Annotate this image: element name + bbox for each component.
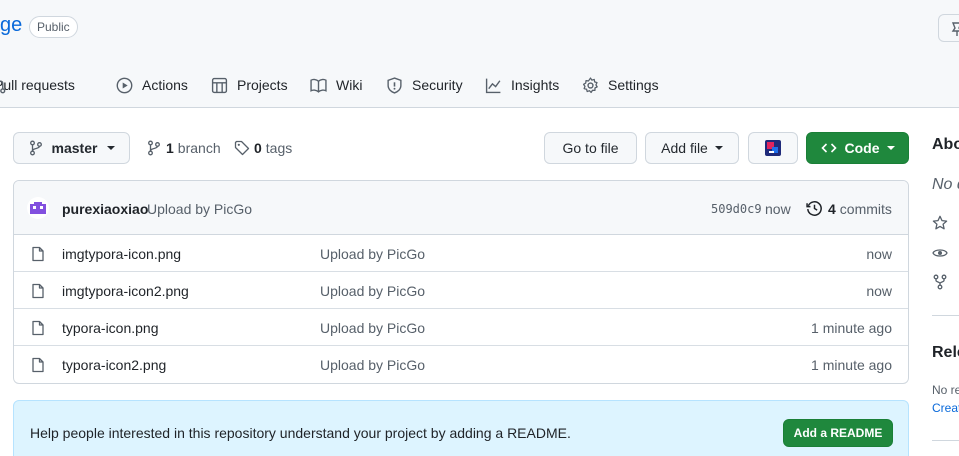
go-to-file-button[interactable]: Go to file [544,132,637,164]
tab-label: Actions [142,77,188,93]
fork-icon[interactable] [932,274,948,290]
branch-name: master [51,140,98,156]
file-commit-message[interactable]: Upload by PicGo [320,283,425,299]
tab-actions[interactable]: Actions [116,70,188,100]
commit-sha[interactable]: 509d0c9 [711,202,762,216]
play-icon [116,77,133,93]
file-name[interactable]: typora-icon2.png [62,357,166,373]
branch-icon [148,140,160,156]
chevron-down-icon [714,146,723,150]
branch-count: 1 [166,140,174,156]
readme-prompt-text: Help people interested in this repositor… [30,425,571,441]
tab-label: Pull requests [0,77,75,93]
tags-link[interactable]: 0 tags [234,139,292,157]
shield-icon [387,76,402,94]
table-row[interactable]: typora-icon2.png Upload by PicGo 1 minut… [14,346,908,383]
file-name[interactable]: imgtypora-icon.png [62,246,181,262]
tab-insights[interactable]: Insights [485,70,559,100]
tab-label: Projects [237,77,288,93]
about-heading: Abo [932,136,959,153]
file-time: 1 minute ago [811,357,892,373]
file-commit-message[interactable]: Upload by PicGo [320,246,425,262]
repo-header: ge Public Pull requests Actions Projects… [0,0,959,108]
code-button[interactable]: Code [806,132,909,164]
file-time: now [866,283,892,299]
file-icon [32,246,44,262]
commit-count: 4 [828,200,836,217]
sidebar-divider [932,315,959,316]
repo-name[interactable]: ge [0,14,22,37]
gear-icon [582,76,598,93]
eye-icon[interactable] [932,245,948,261]
file-time: 1 minute ago [811,320,892,336]
file-icon [32,357,44,373]
tab-projects[interactable]: Projects [211,70,288,100]
tab-label: Insights [511,77,560,93]
visibility-badge: Public [29,16,78,38]
table-row[interactable]: typora-icon.png Upload by PicGo 1 minute… [14,309,908,346]
code-label: Code [844,140,880,156]
branch-icon [29,140,42,156]
pull-request-icon [0,80,6,94]
tag-icon [234,140,250,156]
branches-link[interactable]: 1 branch [146,139,221,157]
sidebar-divider [932,440,959,441]
file-commit-message[interactable]: Upload by PicGo [320,320,425,336]
file-time: now [866,246,892,262]
tab-label: Security [412,77,463,93]
chevron-down-icon [886,146,895,150]
book-icon [310,78,327,93]
create-release-link[interactable]: Creat [932,401,959,415]
table-row[interactable]: imgtypora-icon2.png Upload by PicGo now [14,272,908,309]
add-readme-button[interactable]: Add a README [783,419,893,447]
go-to-file-label: Go to file [562,140,619,156]
file-commit-message[interactable]: Upload by PicGo [320,357,425,373]
star-icon[interactable] [932,215,948,231]
commit-author[interactable]: purexiaoxiao [62,201,148,217]
readme-prompt: Help people interested in this repositor… [13,400,909,456]
avatar[interactable] [27,197,49,219]
tag-count: 0 [254,140,262,156]
branch-label: branch [177,140,221,156]
commit-time: now [765,201,791,217]
pin-button[interactable] [938,14,959,42]
tab-label: Settings [608,77,659,93]
branch-select-button[interactable]: master [13,132,130,164]
no-releases-text: No re [932,383,959,397]
file-icon [32,320,44,336]
add-file-button[interactable]: Add file [645,132,739,164]
pin-icon [951,22,959,36]
commit-message[interactable]: Upload by PicGo [147,201,252,217]
commits-link[interactable]: 4 commits [806,200,892,217]
add-file-label: Add file [661,140,708,156]
file-icon [32,283,44,299]
latest-commit-bar: purexiaoxiao Upload by PicGo 509d0c9 now… [14,181,908,235]
commit-label: commits [839,200,892,217]
extension-button[interactable] [748,132,798,164]
about-description: No d [932,176,959,193]
table-icon [211,77,228,93]
chevron-down-icon [107,146,116,150]
file-name[interactable]: typora-icon.png [62,320,159,336]
history-icon [806,201,822,216]
file-list: purexiaoxiao Upload by PicGo 509d0c9 now… [13,180,909,384]
tag-label: tags [265,140,293,156]
tab-settings[interactable]: Settings [582,70,659,100]
tab-label: Wiki [336,77,363,93]
tab-wiki[interactable]: Wiki [310,70,362,100]
graph-icon [485,78,501,93]
tab-pull-requests[interactable]: Pull requests [0,70,75,100]
extension-logo-icon [765,140,781,156]
table-row[interactable]: imgtypora-icon.png Upload by PicGo now [14,235,908,272]
tab-security[interactable]: Security [386,70,463,100]
code-icon [820,143,837,153]
add-readme-label: Add a README [793,426,883,440]
file-name[interactable]: imgtypora-icon2.png [62,283,189,299]
releases-heading[interactable]: Rele [932,344,959,362]
